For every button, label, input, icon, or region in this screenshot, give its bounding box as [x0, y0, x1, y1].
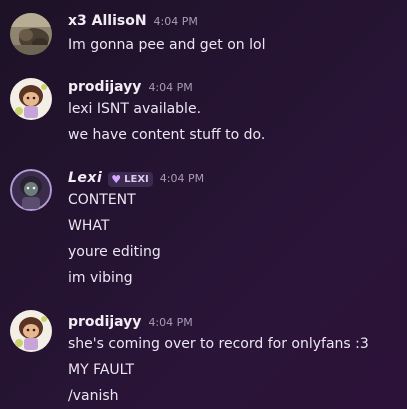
timestamp: 4:04 PM: [148, 81, 193, 94]
heart-icon: ♥: [111, 172, 122, 186]
character-avatar-icon: [10, 310, 52, 352]
message-text: lexi ISNT available.: [68, 101, 202, 117]
timestamp: 4:04 PM: [159, 172, 205, 185]
cat-photo-avatar-icon: [10, 13, 52, 55]
avatar[interactable]: [10, 13, 52, 55]
message-text: /vanish: [68, 388, 119, 404]
message-text: youre editing: [68, 244, 161, 260]
message-header: prodijayy 4:04 PM: [68, 79, 193, 97]
message-text: im vibing: [68, 270, 133, 286]
username[interactable]: prodijayy: [68, 79, 141, 95]
avatar[interactable]: [10, 78, 52, 120]
role-tag-label: LEXI: [124, 173, 149, 185]
character-avatar-icon: [10, 169, 52, 211]
username[interactable]: Lexi: [68, 170, 102, 186]
avatar[interactable]: [10, 169, 52, 211]
message-text: we have content stuff to do.: [68, 127, 266, 143]
message-text: CONTENT: [68, 192, 136, 208]
timestamp: 4:04 PM: [148, 316, 193, 329]
username[interactable]: x3 AllisoN: [68, 13, 147, 29]
message-header: x3 AllisoN 4:04 PM: [68, 13, 198, 31]
chat-messages: x3 AllisoN 4:04 PM Im gonna pee and get …: [0, 0, 407, 409]
message-text: Im gonna pee and get on lol: [68, 37, 266, 53]
message-header: Lexi ♥ LEXI 4:04 PM: [68, 170, 204, 188]
timestamp: 4:04 PM: [153, 15, 198, 28]
message-text: MY FAULT: [68, 362, 135, 378]
message-text: she's coming over to record for onlyfans…: [68, 336, 369, 352]
role-tag[interactable]: ♥ LEXI: [108, 171, 153, 187]
character-avatar-icon: [10, 78, 52, 120]
avatar[interactable]: [10, 310, 52, 352]
message-header: prodijayy 4:04 PM: [68, 314, 193, 332]
username[interactable]: prodijayy: [68, 314, 141, 330]
message-text: WHAT: [68, 218, 110, 234]
